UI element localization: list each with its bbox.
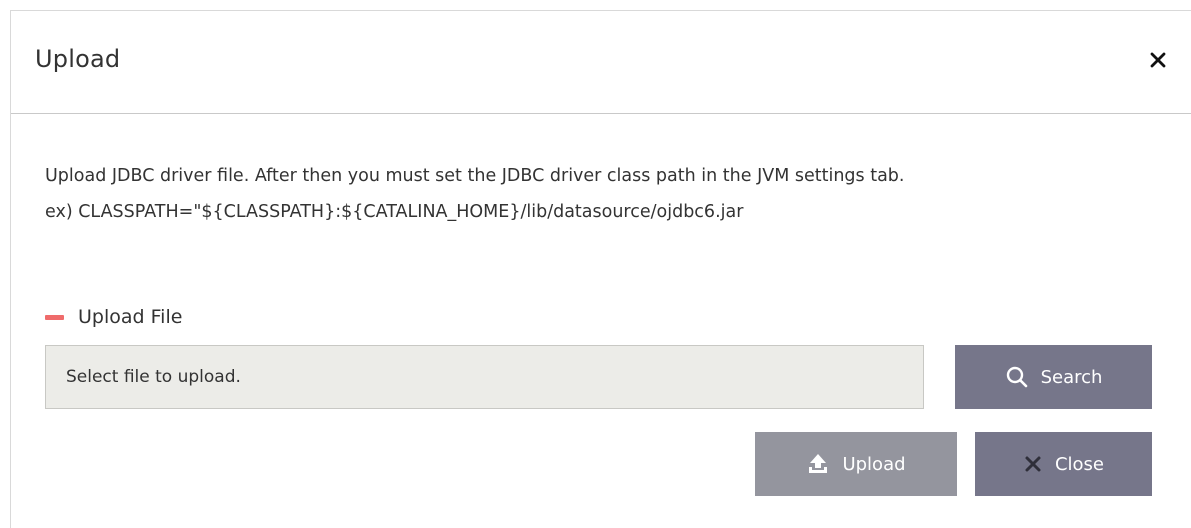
close-button-label: Close [1054,453,1105,475]
upload-file-section-label: Upload File [45,301,182,333]
close-icon[interactable] [1145,47,1171,73]
search-button[interactable]: Search [955,345,1152,409]
close-button[interactable]: Close [975,432,1152,496]
x-icon [1023,454,1043,474]
dialog-title: Upload [35,45,121,73]
upload-dialog: Upload Upload JDBC driver file. After th… [10,10,1191,528]
dialog-description: Upload JDBC driver file. After then you … [45,163,1145,229]
upload-button-label: Upload [842,453,906,475]
section-label-text: Upload File [78,306,183,328]
search-icon [1005,365,1029,389]
dialog-header: Upload [11,11,1191,114]
search-button-label: Search [1040,366,1103,388]
upload-icon [806,452,830,476]
classpath-example: ex) CLASSPATH="${CLASSPATH}:${CATALINA_H… [45,202,744,222]
description-text: Upload JDBC driver file. After then you … [45,166,905,186]
upload-button[interactable]: Upload [755,432,957,496]
file-path-field[interactable]: Select file to upload. [45,345,924,409]
minus-marker-icon [45,314,64,320]
